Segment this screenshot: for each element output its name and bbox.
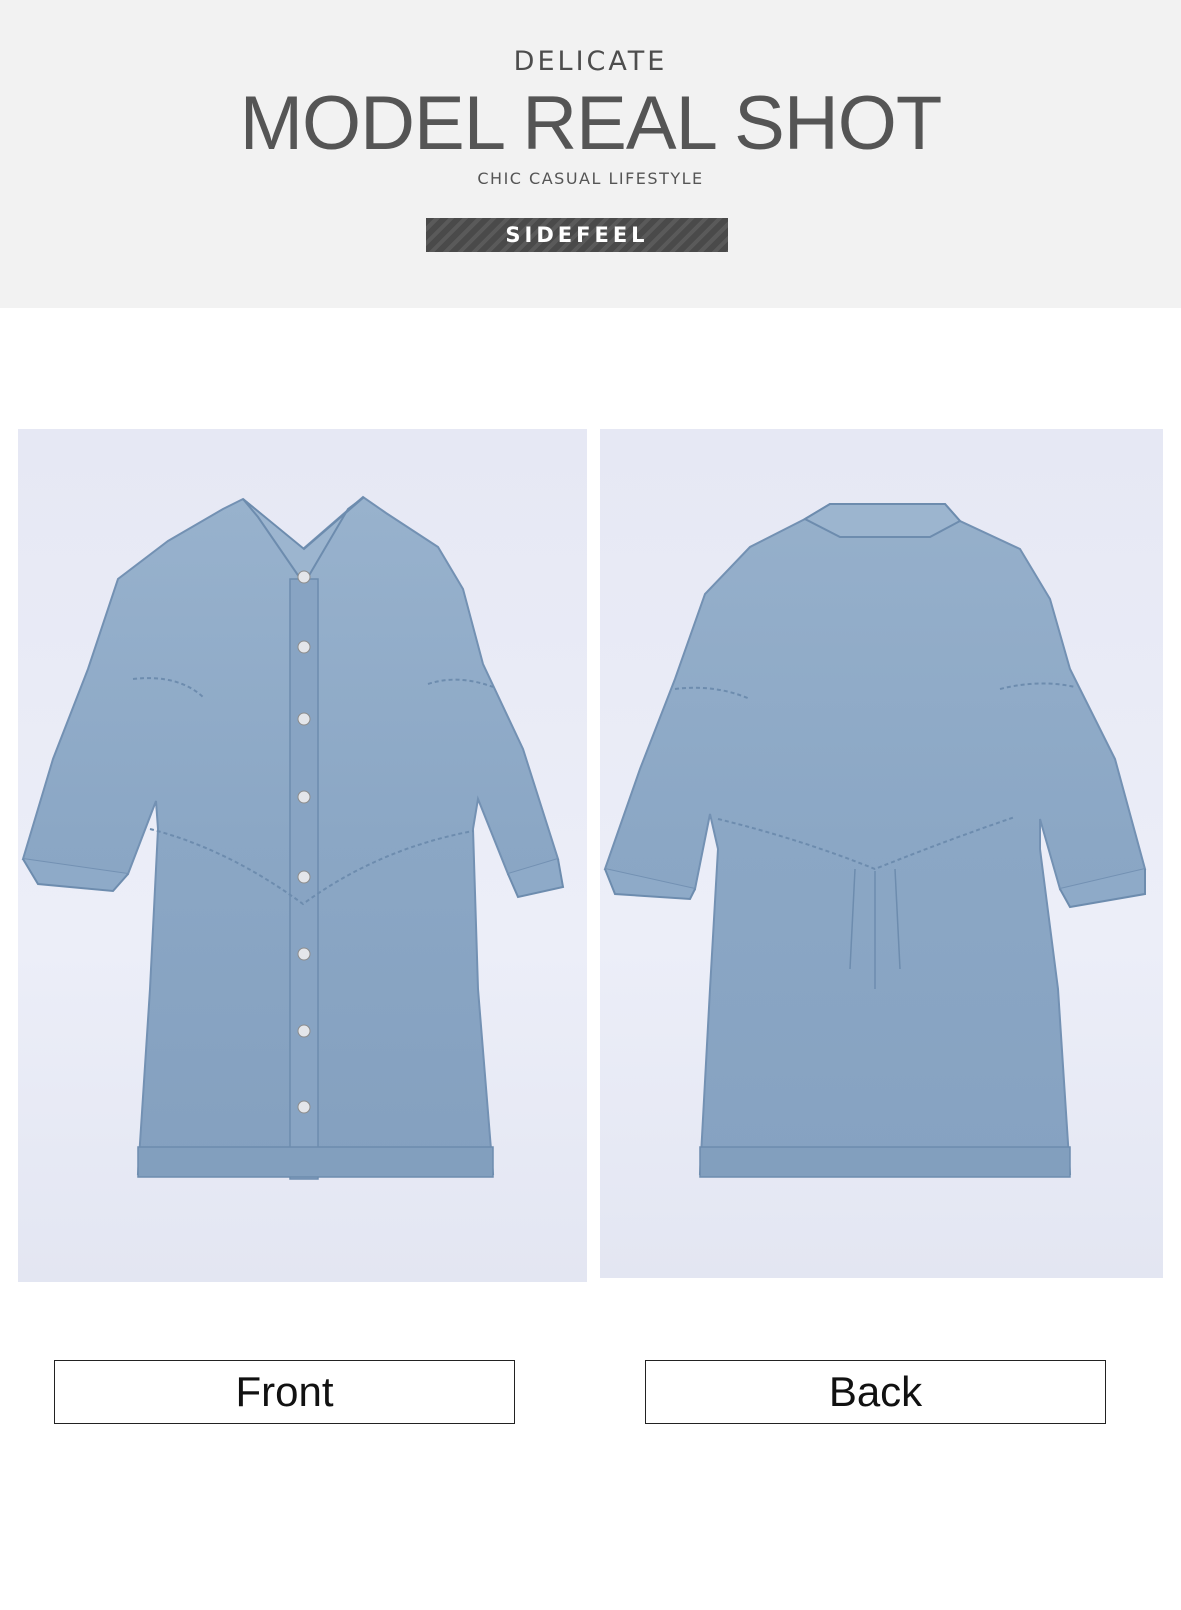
front-label: Front [235,1368,334,1415]
headline: MODEL REAL SHOT [239,81,943,166]
back-label-box: Back [645,1360,1106,1424]
brand-name: SIDEFEEL [505,223,649,247]
brand-bar: SIDEFEEL [426,218,728,252]
denim-dress-front-icon [21,495,565,1180]
denim-dress-back-icon [603,503,1147,1178]
kicker-text: DELICATE [513,46,668,77]
back-label: Back [828,1368,923,1415]
front-product-photo [18,429,587,1282]
subhead-text: CHIC CASUAL LIFESTYLE [477,169,704,188]
front-label-box: Front [54,1360,515,1424]
header-banner: DELICATE MODEL REAL SHOT CHIC CASUAL LIF… [0,0,1181,308]
back-product-photo [600,429,1163,1278]
